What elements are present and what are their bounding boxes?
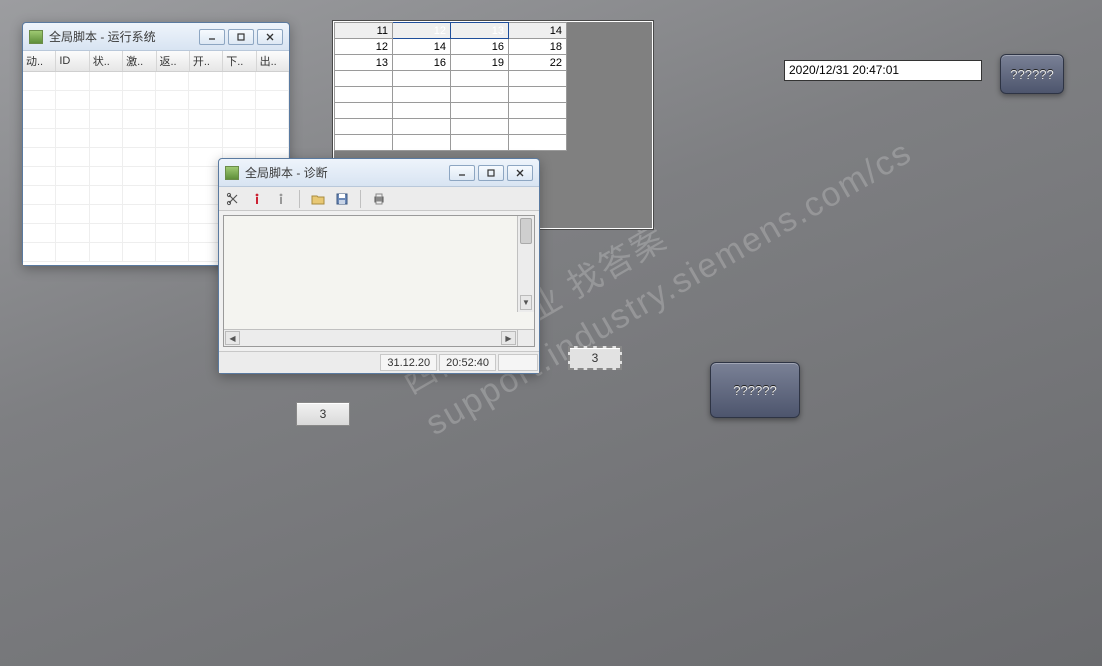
grid-cell[interactable]: 12 <box>393 23 451 39</box>
value-box-2[interactable]: 3 <box>568 346 622 370</box>
button-1[interactable]: ?????? <box>1000 54 1064 94</box>
print-icon[interactable] <box>371 191 387 207</box>
scissors-icon[interactable] <box>225 191 241 207</box>
open-icon[interactable] <box>310 191 326 207</box>
timestamp-field[interactable]: 2020/12/31 20:47:01 <box>784 60 982 81</box>
grid-cell[interactable]: 13 <box>335 55 393 71</box>
column-header[interactable]: 状.. <box>90 51 123 71</box>
grid-cell[interactable] <box>335 103 393 119</box>
value-box-1[interactable]: 3 <box>296 402 350 426</box>
scroll-down-arrow[interactable]: ▼ <box>520 295 532 310</box>
status-blank <box>498 354 538 371</box>
grid-cell[interactable]: 12 <box>335 39 393 55</box>
diagnostics-window: 全局脚本 - 诊断 ▼ ◀ ▶ 31.12.20 20: <box>218 158 540 374</box>
grid-cell[interactable]: 16 <box>393 55 451 71</box>
grid-cell[interactable] <box>451 71 509 87</box>
scroll-left-arrow[interactable]: ◀ <box>225 331 240 345</box>
column-header[interactable]: 返.. <box>157 51 190 71</box>
grid-cell[interactable] <box>451 119 509 135</box>
info-gray-icon[interactable] <box>273 191 289 207</box>
vertical-scrollbar[interactable]: ▼ <box>517 216 534 312</box>
grid-cell[interactable] <box>451 135 509 151</box>
grid-cell[interactable]: 18 <box>509 39 567 55</box>
column-header[interactable]: 激.. <box>123 51 156 71</box>
horizontal-scrollbar[interactable]: ◀ ▶ <box>224 329 534 346</box>
grid-cell[interactable]: 16 <box>451 39 509 55</box>
grid-cell[interactable] <box>451 87 509 103</box>
maximize-button[interactable] <box>228 29 254 45</box>
status-date: 31.12.20 <box>380 354 437 371</box>
grid-cell[interactable] <box>393 119 451 135</box>
grid-cell[interactable] <box>335 87 393 103</box>
grid-cell[interactable]: 19 <box>451 55 509 71</box>
button-2[interactable]: ?????? <box>710 362 800 418</box>
column-header[interactable]: 出.. <box>257 51 289 71</box>
titlebar[interactable]: 全局脚本 - 运行系统 <box>23 23 289 51</box>
list-row[interactable] <box>23 72 289 91</box>
grid-cell[interactable] <box>509 87 567 103</box>
column-headers: 动..ID状..激..返..开..下..出.. <box>23 51 289 72</box>
scrollbar-thumb[interactable] <box>520 218 532 244</box>
column-header[interactable]: 开.. <box>190 51 223 71</box>
separator <box>299 190 300 208</box>
grid-cell[interactable]: 13 <box>451 23 509 39</box>
grid-cell[interactable] <box>335 71 393 87</box>
data-grid[interactable]: 111213141214161813161922 <box>334 22 567 151</box>
scroll-right-arrow[interactable]: ▶ <box>501 331 516 345</box>
grid-cell[interactable] <box>451 103 509 119</box>
close-button[interactable] <box>257 29 283 45</box>
toolbar <box>219 187 539 211</box>
window-title: 全局脚本 - 诊断 <box>245 164 443 181</box>
column-header[interactable]: 下.. <box>223 51 256 71</box>
save-icon[interactable] <box>334 191 350 207</box>
grid-cell[interactable] <box>393 87 451 103</box>
maximize-button[interactable] <box>478 165 504 181</box>
diagnostics-body: ▼ ◀ ▶ <box>223 215 535 347</box>
grid-cell[interactable] <box>509 103 567 119</box>
list-row[interactable] <box>23 91 289 110</box>
diagnostics-content[interactable]: ▼ <box>224 216 534 329</box>
grid-cell[interactable] <box>335 119 393 135</box>
window-title: 全局脚本 - 运行系统 <box>49 28 193 45</box>
list-row[interactable] <box>23 129 289 148</box>
grid-cell[interactable]: 14 <box>393 39 451 55</box>
titlebar[interactable]: 全局脚本 - 诊断 <box>219 159 539 187</box>
column-header[interactable]: ID <box>56 51 89 71</box>
grid-cell[interactable] <box>509 135 567 151</box>
minimize-button[interactable] <box>449 165 475 181</box>
grid-cell[interactable] <box>393 103 451 119</box>
minimize-button[interactable] <box>199 29 225 45</box>
status-time: 20:52:40 <box>439 354 496 371</box>
grid-cell[interactable]: 14 <box>509 23 567 39</box>
grid-cell[interactable] <box>509 119 567 135</box>
close-button[interactable] <box>507 165 533 181</box>
grid-cell[interactable] <box>393 71 451 87</box>
separator <box>360 190 361 208</box>
grid-cell[interactable]: 11 <box>335 23 393 39</box>
grid-cell[interactable] <box>393 135 451 151</box>
grid-cell[interactable]: 22 <box>509 55 567 71</box>
grid-cell[interactable] <box>335 135 393 151</box>
scrollbar-corner <box>517 330 534 346</box>
column-header[interactable]: 动.. <box>23 51 56 71</box>
info-red-icon[interactable] <box>249 191 265 207</box>
list-row[interactable] <box>23 110 289 129</box>
grid-cell[interactable] <box>509 71 567 87</box>
app-icon <box>225 166 239 180</box>
app-icon <box>29 30 43 44</box>
status-bar: 31.12.20 20:52:40 <box>219 351 539 373</box>
